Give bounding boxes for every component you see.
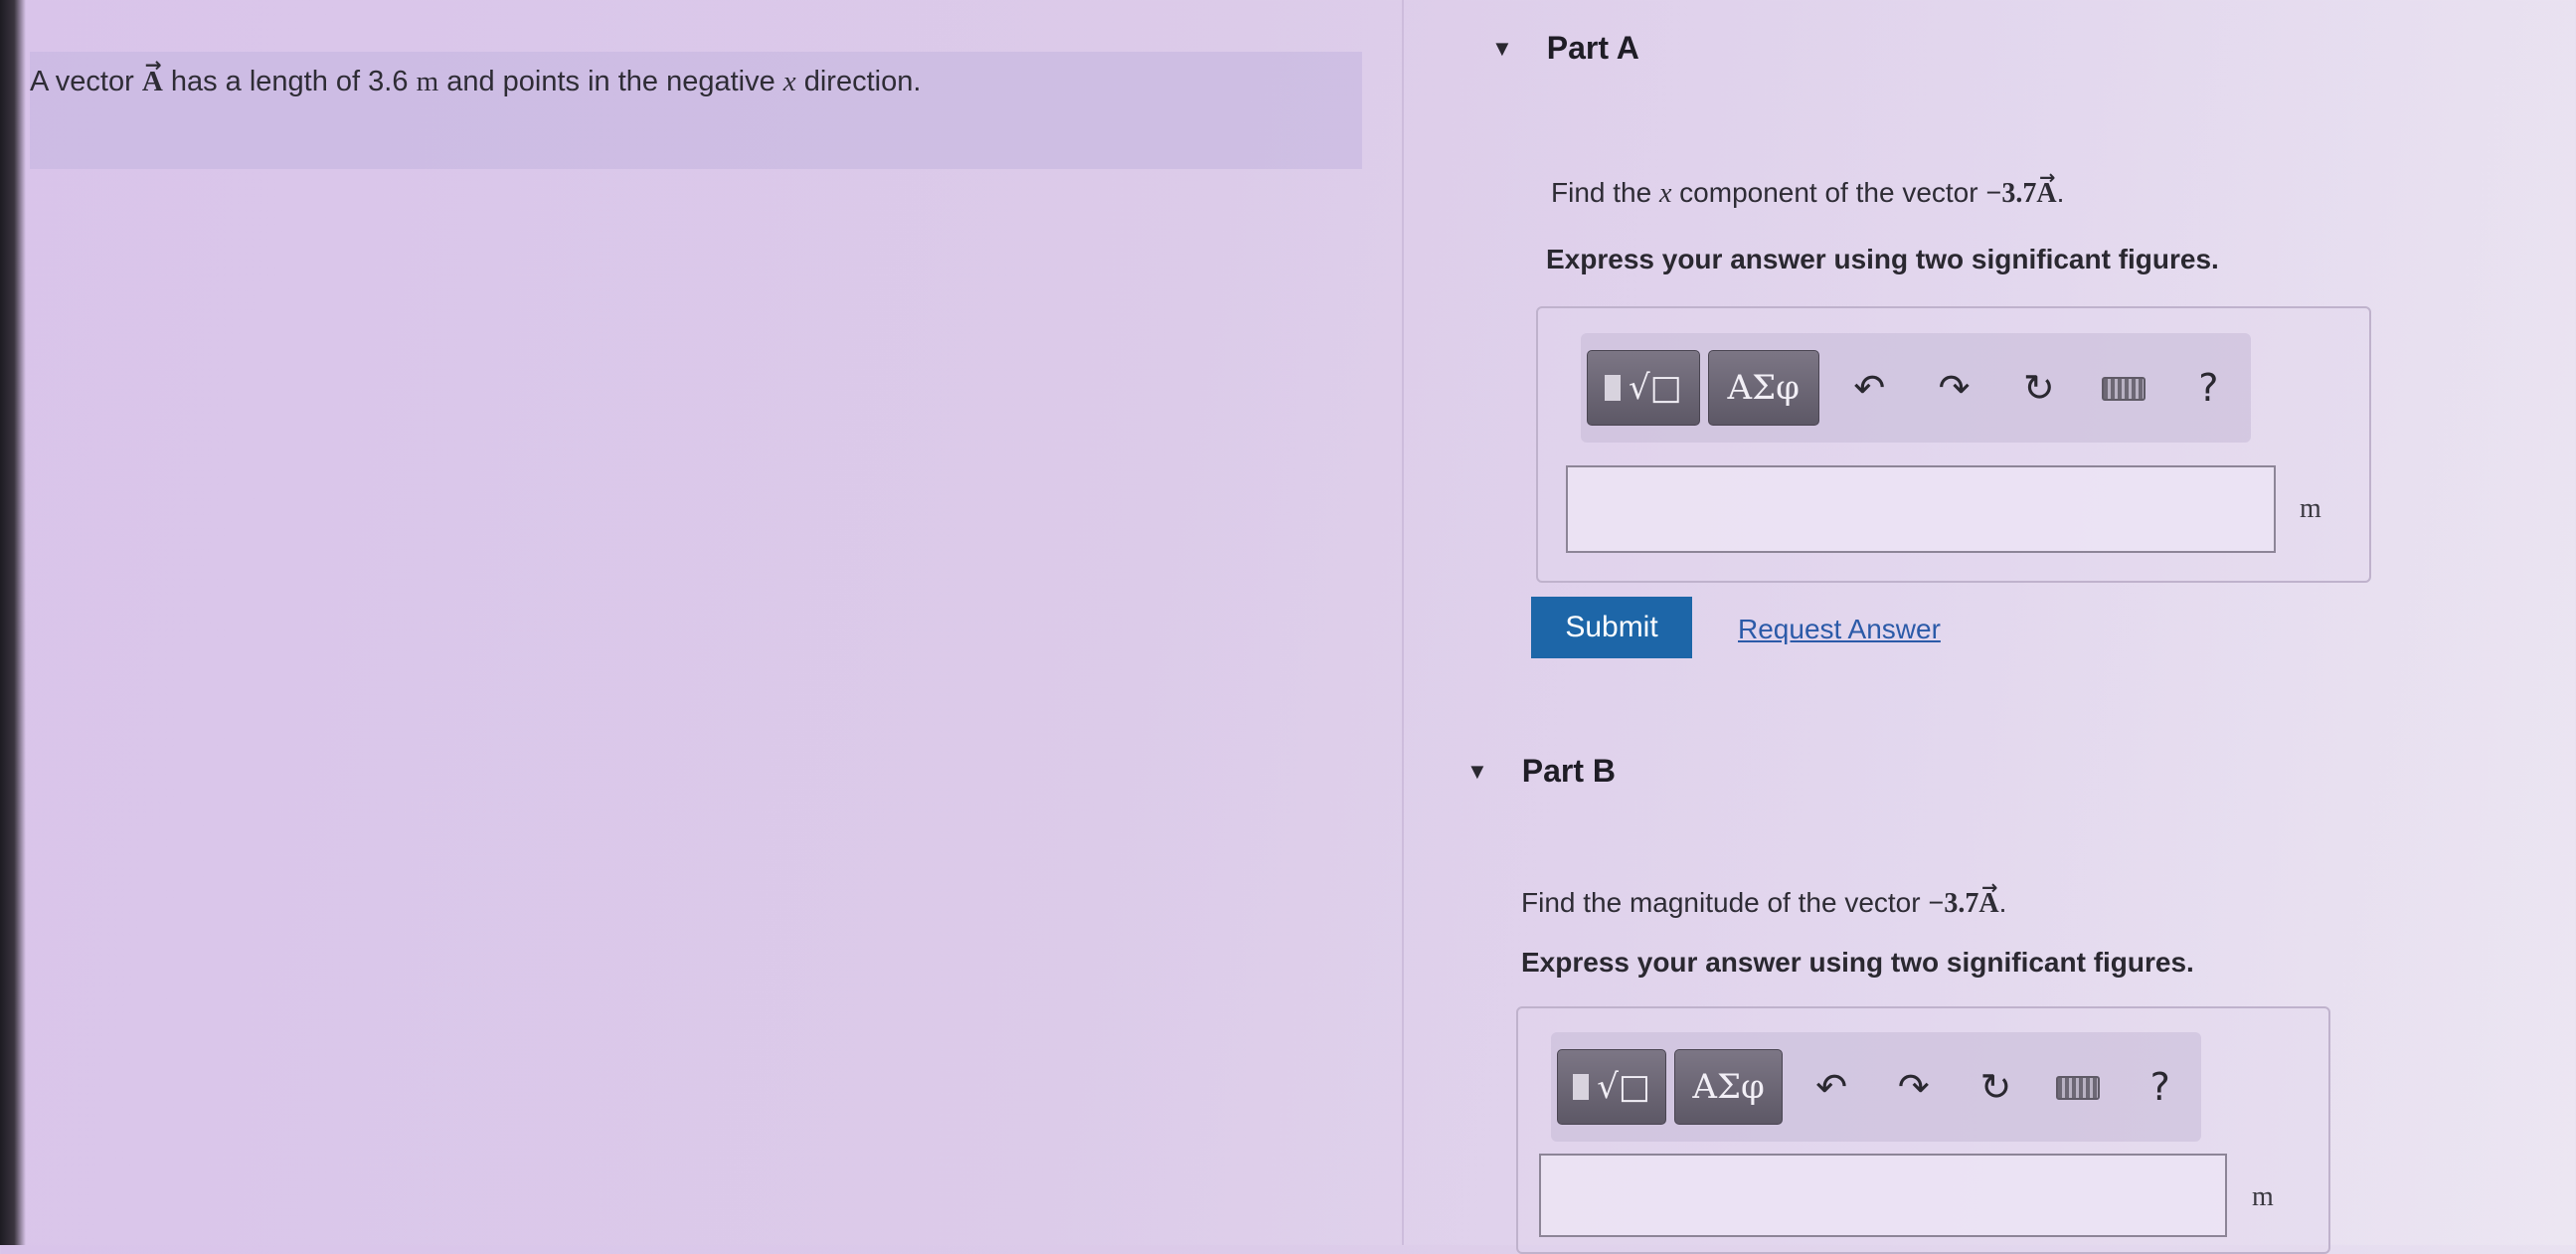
submit-button[interactable]: Submit [1531, 597, 1692, 658]
vector-a-symbol: A [1978, 888, 1998, 920]
vector-a-symbol: A [2036, 178, 2056, 210]
column-divider [1402, 0, 1404, 1245]
question-expression: −3.7 [1928, 888, 1979, 919]
part-b-title: Part B [1521, 753, 1617, 789]
part-b-question: Find the magnitude of the vector −3.7A. [1521, 887, 2006, 920]
templates-button[interactable]: √□ [1587, 350, 1700, 426]
greek-symbols-button[interactable]: ΑΣφ [1707, 350, 1819, 426]
help-icon[interactable]: ? [2119, 1065, 2201, 1109]
part-a-answer-input[interactable] [1566, 465, 2276, 553]
templates-icon [1573, 1074, 1590, 1100]
question-middle: component of the vector [1679, 177, 1978, 208]
question-expression: −3.7 [1985, 178, 2037, 209]
part-b-header[interactable]: ▼ Part B [1466, 753, 1616, 790]
intro-suffix: direction. [803, 66, 922, 97]
greek-symbols-button[interactable]: ΑΣφ [1674, 1049, 1783, 1125]
reset-icon[interactable]: ↻ [1996, 366, 2081, 410]
part-a-instruction: Express your answer using two significan… [1546, 244, 2219, 274]
keyboard-icon [2102, 377, 2147, 401]
question-axis: x [1658, 178, 1672, 209]
question-end: . [1998, 887, 2007, 918]
keyboard-button[interactable] [2081, 366, 2165, 410]
part-a-unit: m [2300, 493, 2321, 524]
undo-icon[interactable]: ↶ [1791, 1065, 1873, 1109]
intro-prefix: A vector [30, 66, 134, 97]
intro-axis: x [782, 66, 796, 97]
undo-icon[interactable]: ↶ [1827, 366, 1912, 410]
intro-length: has a length of 3.6 [170, 66, 409, 97]
templates-button[interactable]: √□ [1557, 1049, 1667, 1125]
part-a-header[interactable]: ▼ Part A [1491, 30, 1639, 67]
keyboard-icon [2056, 1076, 2101, 1100]
keyboard-button[interactable] [2037, 1065, 2120, 1109]
intro-direction-text: and points in the negative [446, 66, 775, 97]
help-icon[interactable]: ? [2166, 366, 2251, 410]
part-b-instruction: Express your answer using two significan… [1521, 947, 2194, 978]
intro-unit: m [416, 66, 439, 97]
redo-icon[interactable]: ↷ [1872, 1065, 1955, 1109]
templates-icon [1605, 375, 1621, 401]
part-a-question: Find the x component of the vector −3.7A… [1551, 177, 2064, 210]
problem-statement: A vector A has a length of 3.6 m and poi… [30, 66, 921, 98]
reset-icon[interactable]: ↻ [1955, 1065, 2037, 1109]
collapse-triangle-icon[interactable]: ▼ [1466, 759, 1488, 785]
part-b-unit: m [2252, 1181, 2274, 1212]
radical-icon: √□ [1597, 1067, 1651, 1107]
collapse-triangle-icon[interactable]: ▼ [1491, 36, 1513, 62]
question-end: . [2056, 177, 2065, 208]
part-b-math-toolbar: √□ ΑΣφ ↶ ↷ ↻ ? [1551, 1032, 2201, 1142]
part-a-math-toolbar: √□ ΑΣφ ↶ ↷ ↻ ? [1581, 333, 2251, 443]
question-prefix: Find the [1551, 177, 1652, 208]
redo-icon[interactable]: ↷ [1912, 366, 1996, 410]
screen-bezel [0, 0, 26, 1245]
vector-a-symbol: A [142, 66, 163, 98]
radical-icon: √□ [1629, 368, 1682, 408]
question-prefix: Find the magnitude of the vector [1521, 887, 1921, 918]
part-b-answer-input[interactable] [1539, 1154, 2227, 1237]
request-answer-link[interactable]: Request Answer [1738, 614, 1941, 645]
part-a-title: Part A [1546, 30, 1639, 66]
